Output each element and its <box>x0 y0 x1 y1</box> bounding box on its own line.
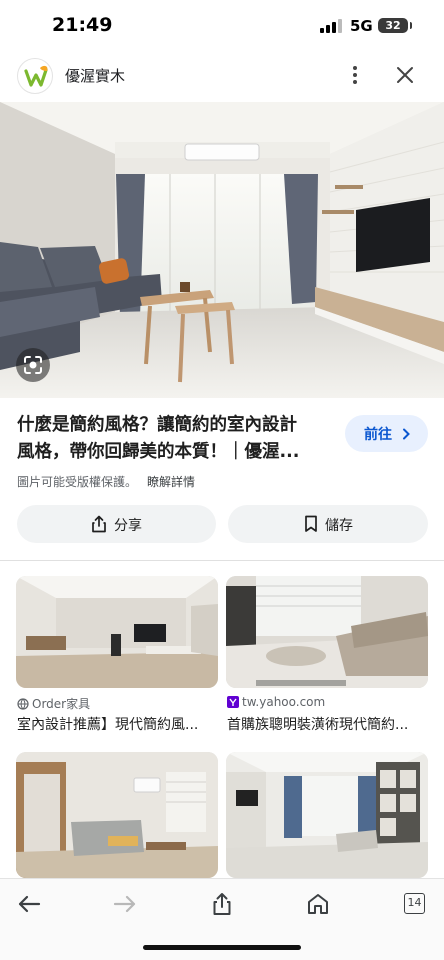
home-icon[interactable] <box>305 891 331 917</box>
related-source-1: Order家具 <box>17 695 90 712</box>
related-image-3[interactable] <box>16 752 218 878</box>
more-options-icon[interactable] <box>343 63 367 87</box>
result-title-line-2: 風格，帶你回歸美的本質！｜優渥... <box>17 442 300 462</box>
living-room-image <box>0 102 444 398</box>
related-source-1-label: Order家具 <box>32 697 91 711</box>
status-bar: 21:49 5G 32 <box>0 0 444 52</box>
related-source-2-label: tw.yahoo.com <box>242 695 326 709</box>
home-indicator <box>143 945 301 950</box>
result-title[interactable]: 什麼是簡約風格？讓簡約的室內設計 風格，帶你回歸美的本質！｜優渥... <box>17 412 322 466</box>
learn-more-link[interactable]: 瞭解詳情 <box>147 473 195 490</box>
related-image-2[interactable] <box>226 576 428 688</box>
related-source-2: tw.yahoo.com <box>227 695 325 709</box>
forward-arrow-icon[interactable] <box>112 891 138 917</box>
related-image-1[interactable] <box>16 576 218 688</box>
google-lens-icon[interactable] <box>16 348 50 382</box>
yahoo-icon <box>227 696 239 708</box>
status-time: 21:49 <box>52 14 113 36</box>
visit-button[interactable]: 前往 <box>345 415 428 452</box>
signal-icon <box>320 19 342 33</box>
back-arrow-icon[interactable] <box>16 891 42 917</box>
share-page-icon[interactable] <box>209 891 235 917</box>
close-icon[interactable] <box>393 63 417 87</box>
bookmark-icon <box>305 515 317 532</box>
chevron-right-icon <box>403 428 410 440</box>
site-logo-icon[interactable] <box>17 58 53 94</box>
share-label: 分享 <box>114 518 142 534</box>
save-button[interactable]: 儲存 <box>228 505 428 543</box>
save-label: 儲存 <box>325 518 353 534</box>
related-image-4[interactable] <box>226 752 428 878</box>
result-image[interactable] <box>0 102 444 398</box>
site-name[interactable]: 優渥實木 <box>65 65 125 86</box>
related-title-1[interactable]: 室內設計推薦】現代簡約風... <box>17 714 220 734</box>
header: 優渥實木 <box>0 52 444 102</box>
result-title-line-1: 什麼是簡約風格？讓簡約的室內設計 <box>17 415 297 435</box>
share-button[interactable]: 分享 <box>17 505 216 543</box>
divider <box>0 560 444 561</box>
battery-icon: 32 <box>378 18 412 33</box>
share-icon <box>92 515 106 533</box>
copyright-notice: 圖片可能受版權保護。 <box>17 475 138 489</box>
network-type: 5G <box>350 17 373 35</box>
visit-label: 前往 <box>364 427 392 443</box>
globe-icon <box>17 698 29 710</box>
related-title-2[interactable]: 首購族聰明裝潢術現代簡約... <box>227 714 430 734</box>
tab-count-icon[interactable]: 14 <box>404 893 425 914</box>
